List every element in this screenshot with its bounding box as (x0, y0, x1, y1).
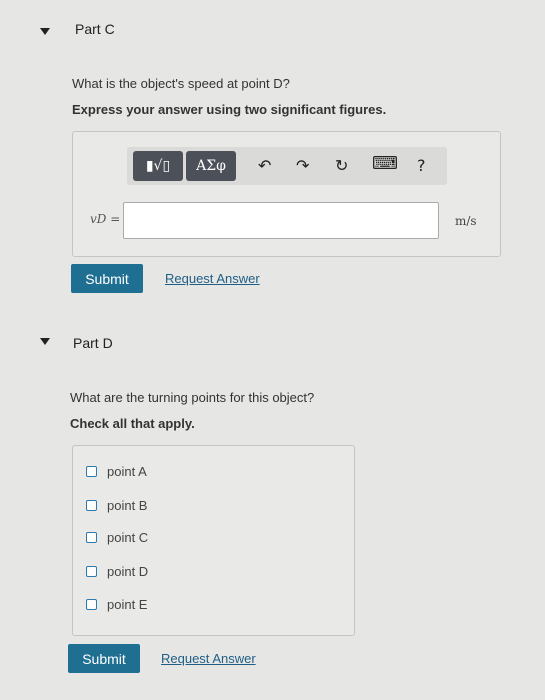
option-label: point E (107, 596, 148, 612)
part-d-title[interactable]: Part D (73, 335, 113, 351)
option-point-b[interactable]: point B (86, 495, 147, 515)
part-c-question: What is the object's speed at point D? (72, 76, 290, 91)
checkbox[interactable] (86, 465, 97, 477)
part-c-collapse-icon[interactable] (40, 28, 50, 35)
option-point-a[interactable]: point A (86, 461, 147, 481)
part-c-title[interactable]: Part C (75, 21, 115, 37)
option-point-c[interactable]: point C (86, 527, 148, 547)
symbols-button[interactable]: ΑΣφ (186, 151, 236, 181)
option-label: point C (107, 529, 149, 545)
part-d-instruction: Check all that apply. (70, 416, 195, 431)
checkbox[interactable] (86, 499, 97, 511)
speed-answer-input[interactable] (123, 202, 439, 239)
redo-icon[interactable]: ↷ (296, 156, 309, 175)
part-d-submit-button[interactable]: Submit (68, 644, 140, 673)
undo-icon[interactable]: ↶ (258, 156, 271, 175)
part-d-request-answer-link[interactable]: Request Answer (161, 651, 256, 666)
part-d-question: What are the turning points for this obj… (70, 390, 315, 405)
keyboard-icon[interactable]: ⌨ (372, 153, 398, 174)
option-point-e[interactable]: point E (86, 594, 147, 614)
templates-button[interactable]: ▮√▯ (133, 151, 183, 181)
part-c-request-answer-link[interactable]: Request Answer (165, 271, 260, 286)
checkbox[interactable] (86, 531, 97, 543)
option-label: point D (107, 563, 149, 579)
option-label: point A (107, 463, 147, 479)
option-point-d[interactable]: point D (86, 561, 148, 581)
part-c-instruction: Express your answer using two significan… (72, 102, 387, 117)
option-label: point B (107, 497, 148, 513)
checkbox[interactable] (86, 598, 97, 610)
part-c-submit-button[interactable]: Submit (71, 264, 143, 293)
reset-icon[interactable]: ↻ (335, 156, 348, 175)
speed-variable-label: vD = (90, 212, 121, 226)
help-icon[interactable]: ? (417, 156, 426, 175)
unit-label: m/s (455, 214, 477, 228)
part-d-collapse-icon[interactable] (40, 338, 50, 345)
checkbox[interactable] (86, 565, 97, 577)
